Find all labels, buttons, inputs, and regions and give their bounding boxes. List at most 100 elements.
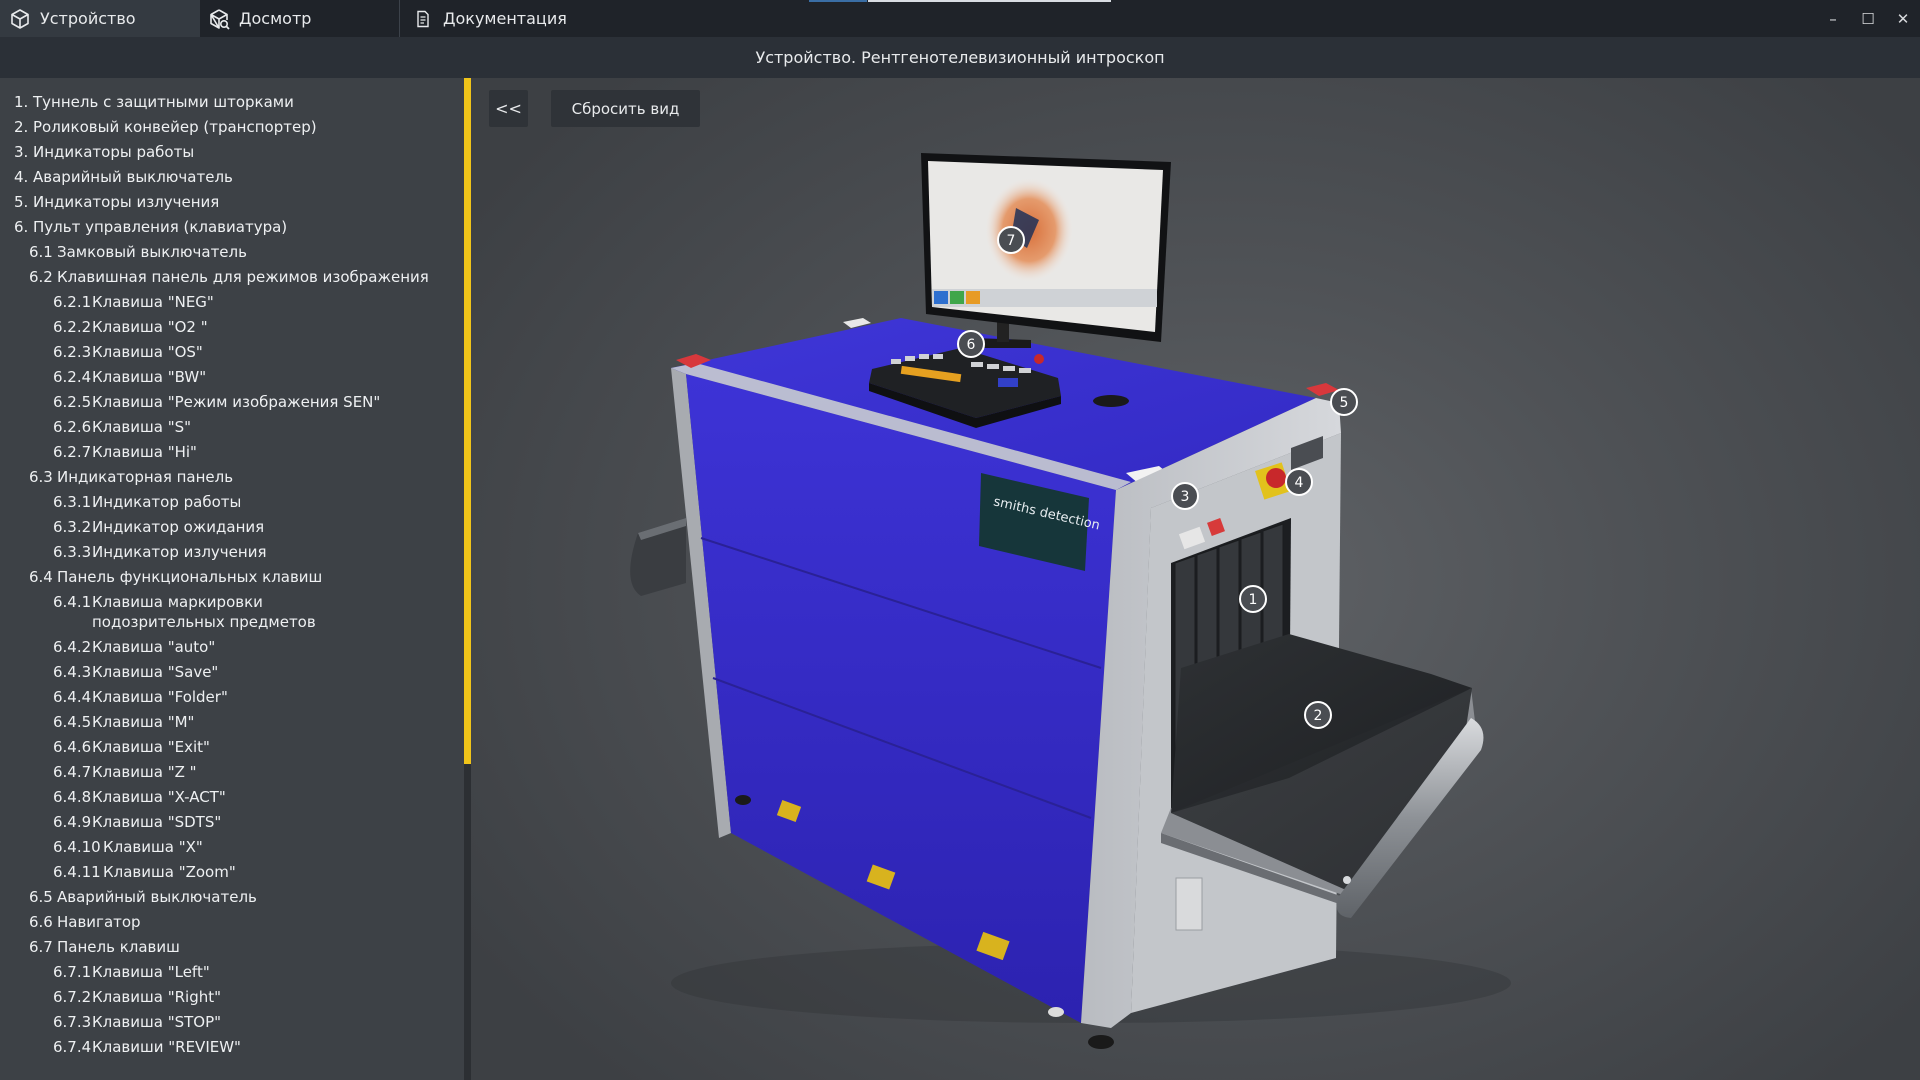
sidebar-item-key-panel[interactable]: 6.7 Панель клавиш — [0, 935, 464, 960]
item-label: Клавиша "Режим изображения SEN" — [92, 393, 381, 411]
item-label: Клавиши "REVIEW" — [92, 1038, 241, 1056]
svg-text:5: 5 — [1340, 395, 1349, 411]
sidebar-item-navigator[interactable]: 6.6 Навигатор — [0, 910, 464, 935]
tab-documentation[interactable]: Документация — [410, 0, 650, 37]
item-number: 6.4.11 — [53, 863, 101, 881]
item-number: 6.7.1 — [53, 963, 92, 981]
sidebar-item-tunnel[interactable]: 1. Туннель с защитными шторками — [0, 90, 464, 115]
item-label: Панель функциональных клавиш — [57, 568, 323, 586]
item-number: 6.1 — [29, 243, 53, 261]
sidebar-item-key-z[interactable]: 6.4.7 Клавиша "Z " — [0, 760, 464, 785]
sidebar-item-key-os[interactable]: 6.2.3 Клавиша "OS" — [0, 340, 464, 365]
svg-text:1: 1 — [1249, 592, 1258, 608]
item-label: Индикаторная панель — [57, 468, 234, 486]
minimize-button[interactable]: – — [1816, 0, 1850, 37]
item-number: 4. — [14, 168, 29, 186]
sidebar-item-key-zoom[interactable]: 6.4.11 Клавиша "Zoom" — [0, 860, 464, 885]
sidebar-item-key-switch[interactable]: 6.1 Замковый выключатель — [0, 240, 464, 265]
sidebar-item-key-sen[interactable]: 6.2.5 Клавиша "Режим изображения SEN" — [0, 390, 464, 415]
tab-inspection[interactable]: Досмотр — [200, 0, 400, 37]
marker-6[interactable]: 6 — [957, 330, 985, 358]
sidebar-item-key-auto[interactable]: 6.4.2 Клавиша "auto" — [0, 635, 464, 660]
item-number: 6.7.3 — [53, 1013, 92, 1031]
item-label: Клавишная панель для режимов изображения — [57, 268, 429, 286]
loading-indicator-track — [868, 0, 1111, 2]
item-number: 6.2.4 — [53, 368, 92, 386]
sidebar-item-panel-emergency-switch[interactable]: 6.5 Аварийный выключатель — [0, 885, 464, 910]
sidebar-item-key-s[interactable]: 6.2.6 Клавиша "S" — [0, 415, 464, 440]
svg-text:3: 3 — [1181, 489, 1190, 505]
sidebar-item-key-exit[interactable]: 6.4.6 Клавиша "Exit" — [0, 735, 464, 760]
item-number: 6.4.10 — [53, 838, 101, 856]
item-label: Роликовый конвейер (транспортер) — [33, 118, 317, 136]
sidebar-item-image-mode-keys[interactable]: 6.2 Клавишная панель для режимов изображе… — [0, 265, 464, 290]
emergency-stop-button[interactable] — [1266, 468, 1286, 488]
top-port — [1093, 395, 1129, 407]
sidebar-item-key-x-act[interactable]: 6.4.8 Клавиша "X-ACT" — [0, 785, 464, 810]
marker-3[interactable]: 3 — [1171, 482, 1199, 510]
reset-view-button[interactable]: Сбросить вид — [551, 90, 700, 127]
sidebar-item-key-o2[interactable]: 6.2.2 Клавиша "O2 " — [0, 315, 464, 340]
sidebar-item-emergency-switch[interactable]: 4. Аварийный выключатель — [0, 165, 464, 190]
sidebar-scrollbar-thumb[interactable] — [464, 78, 471, 764]
xray-scanner-model[interactable]: smiths detection 7 6 5 4 3 1 2 — [471, 78, 1920, 1080]
maximize-button[interactable]: ☐ — [1851, 0, 1885, 37]
marker-1[interactable]: 1 — [1239, 585, 1267, 613]
sidebar-item-function-keys[interactable]: 6.4 Панель функциональных клавиш — [0, 565, 464, 590]
item-label: Клавиша "BW" — [92, 368, 207, 386]
item-number: 6.4.3 — [53, 663, 92, 681]
sidebar-item-key-bw[interactable]: 6.2.4 Клавиша "BW" — [0, 365, 464, 390]
sidebar-item-control-panel[interactable]: 6. Пульт управления (клавиатура) — [0, 215, 464, 240]
collapse-sidebar-button[interactable]: << — [489, 90, 528, 127]
sidebar-item-operation-indicators[interactable]: 3. Индикаторы работы — [0, 140, 464, 165]
item-label: Клавиша "Z " — [92, 763, 197, 781]
sidebar-item-key-x[interactable]: 6.4.10 Клавиша "X" — [0, 835, 464, 860]
sidebar-item-key-m[interactable]: 6.4.5 Клавиша "M" — [0, 710, 464, 735]
item-label: Клавиша маркировки подозрительных предме… — [92, 593, 316, 631]
item-number: 6.4.9 — [53, 813, 92, 831]
sidebar-item-key-stop[interactable]: 6.7.3 Клавиша "STOP" — [0, 1010, 464, 1035]
marker-2[interactable]: 2 — [1304, 701, 1332, 729]
item-number: 6.4.4 — [53, 688, 92, 706]
sidebar-item-key-save[interactable]: 6.4.3 Клавиша "Save" — [0, 660, 464, 685]
item-number: 6.4.1 — [53, 593, 92, 611]
sidebar-tree: 1. Туннель с защитными шторками 2. Роликов… — [0, 78, 464, 1080]
sidebar-item-key-hi[interactable]: 6.2.7 Клавиша "Hi" — [0, 440, 464, 465]
foot — [735, 795, 751, 805]
sidebar-item-key-right[interactable]: 6.7.2 Клавиша "Right" — [0, 985, 464, 1010]
sidebar-item-key-neg[interactable]: 6.2.1 Клавиша "NEG" — [0, 290, 464, 315]
sidebar-item-key-folder[interactable]: 6.4.4 Клавиша "Folder" — [0, 685, 464, 710]
sidebar-item-radiation-indicator[interactable]: 6.3.3 Индикатор излучения — [0, 540, 464, 565]
sidebar-item-indicator-panel[interactable]: 6.3 Индикаторная панель — [0, 465, 464, 490]
front-lower-label — [1175, 877, 1203, 931]
sidebar-item-radiation-indicators[interactable]: 5. Индикаторы излучения — [0, 190, 464, 215]
sidebar-item-operation-indicator[interactable]: 6.3.1 Индикатор работы — [0, 490, 464, 515]
item-label: Клавиша "auto" — [92, 638, 216, 656]
sidebar-item-conveyor[interactable]: 2. Роликовый конвейер (транспортер) — [0, 115, 464, 140]
sidebar-item-key-sdts[interactable]: 6.4.9 Клавиша "SDTS" — [0, 810, 464, 835]
item-number: 6.5 — [29, 888, 53, 906]
item-label: Клавиша "Zoom" — [103, 863, 236, 881]
sidebar-item-key-review[interactable]: 6.7.4 Клавиши "REVIEW" — [0, 1035, 464, 1060]
item-number: 6.3.2 — [53, 518, 92, 536]
sidebar-item-standby-indicator[interactable]: 6.3.2 Индикатор ожидания — [0, 515, 464, 540]
marker-5[interactable]: 5 — [1330, 388, 1358, 416]
item-number: 1. — [14, 93, 29, 111]
collapse-label: << — [495, 99, 522, 118]
item-label: Индикатор работы — [92, 493, 242, 511]
marker-4[interactable]: 4 — [1285, 468, 1313, 496]
item-label: Клавиша "Exit" — [92, 738, 210, 756]
item-label: Клавиша "NEG" — [92, 293, 214, 311]
screen-status-bar — [932, 289, 1157, 307]
3d-viewport[interactable]: smiths detection 7 6 5 4 3 1 2 << Сброси… — [471, 78, 1920, 1080]
item-number: 6.3.3 — [53, 543, 92, 561]
marker-7[interactable]: 7 — [997, 226, 1025, 254]
svg-text:4: 4 — [1295, 475, 1304, 491]
close-button[interactable]: ✕ — [1886, 0, 1920, 37]
sidebar-item-key-mark-suspicious[interactable]: 6.4.1 Клавиша маркировки подозрительных п… — [0, 590, 464, 635]
tab-device[interactable]: Устройство — [0, 0, 200, 37]
maximize-icon: ☐ — [1861, 9, 1875, 28]
close-icon: ✕ — [1896, 9, 1910, 28]
item-number: 6.7.2 — [53, 988, 92, 1006]
sidebar-item-key-left[interactable]: 6.7.1 Клавиша "Left" — [0, 960, 464, 985]
